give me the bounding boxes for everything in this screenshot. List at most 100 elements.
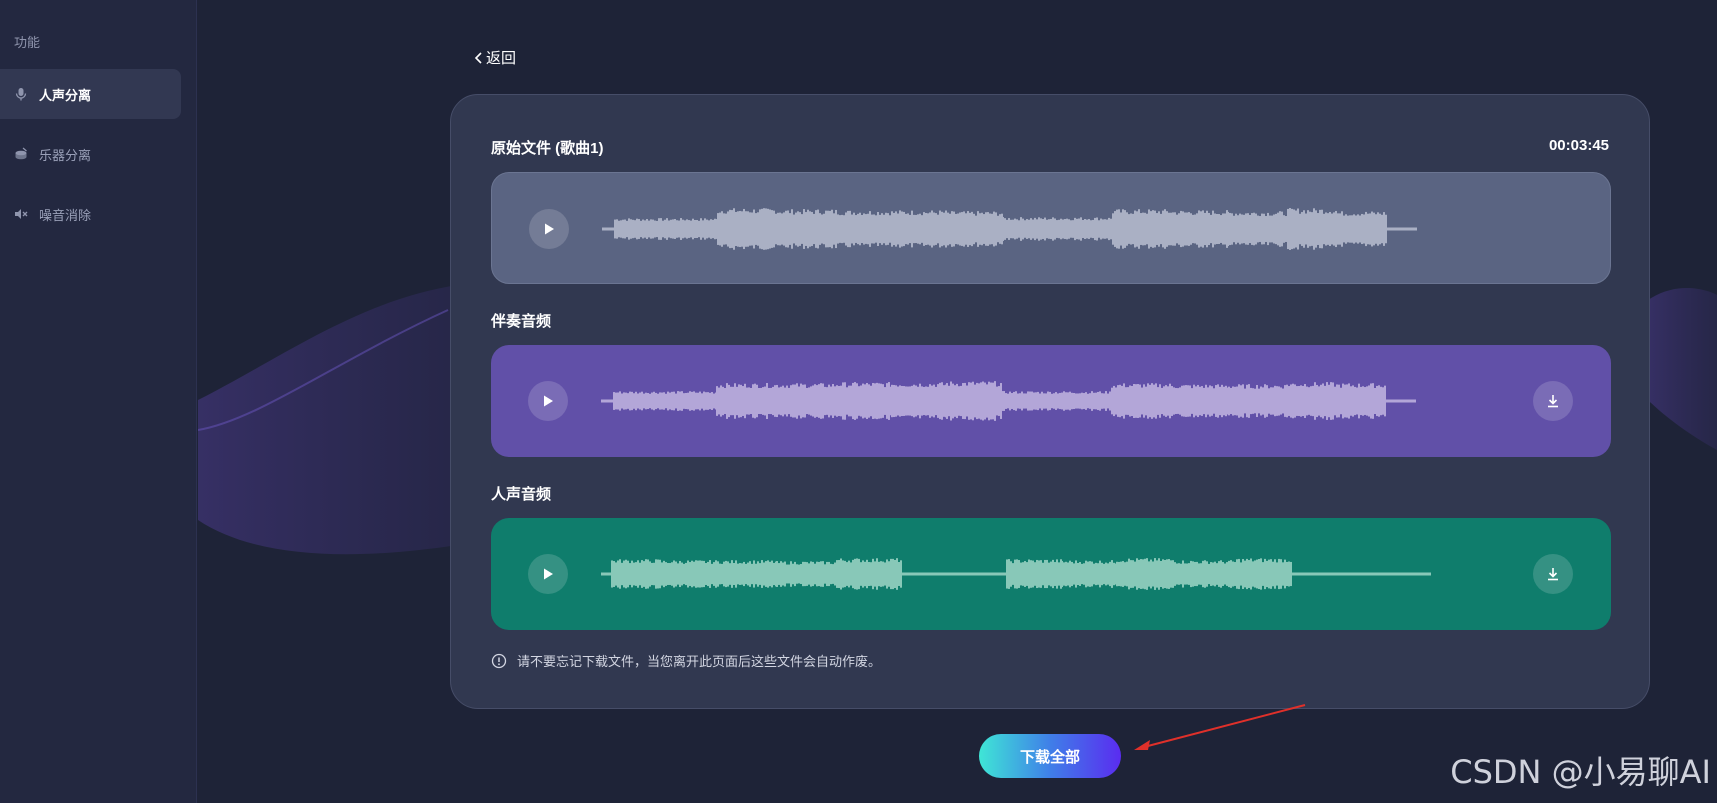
waveform-bar (985, 572, 987, 576)
waveform-bar (860, 385, 862, 417)
waveform-bar (1329, 211, 1331, 247)
waveform-bar (643, 393, 645, 409)
waveform-bar (1016, 219, 1018, 239)
waveform-bar (898, 562, 900, 586)
waveform-bar (1152, 210, 1154, 248)
waveform-bar (695, 392, 697, 410)
waveform-bar (1003, 572, 1005, 576)
waveform-bar (915, 214, 917, 244)
accompaniment-play-button[interactable] (528, 381, 568, 421)
waveform-bar (903, 211, 905, 247)
waveform-bar (844, 560, 846, 588)
waveform-bar (753, 560, 755, 588)
waveform-bar (1258, 388, 1260, 414)
waveform-bar (776, 561, 778, 587)
waveform-bar (804, 384, 806, 418)
waveform-bar (1421, 572, 1423, 576)
waveform-bar (726, 383, 728, 419)
waveform-bar (1072, 220, 1074, 238)
waveform-bar (1251, 213, 1253, 245)
waveform-bar (822, 561, 824, 587)
waveform-bar (856, 383, 858, 419)
waveform-bar (609, 572, 611, 576)
waveform-bar (1159, 384, 1161, 418)
waveform-bar (765, 561, 767, 587)
accompaniment-waveform[interactable] (601, 371, 1501, 431)
waveform-bar (1185, 385, 1187, 417)
waveform-bar (764, 386, 766, 416)
waveform-bar (1325, 572, 1327, 576)
waveform-bar (655, 559, 657, 589)
waveform-bar (1172, 560, 1174, 588)
waveform-bar (954, 385, 956, 417)
sidebar-item-instrument-separation[interactable]: 乐器分离 (0, 129, 181, 179)
waveform-bar (1036, 219, 1038, 239)
waveform-bar (1069, 560, 1071, 588)
waveform-bar (816, 561, 818, 587)
waveform-bar (715, 560, 717, 588)
waveform-bar (769, 209, 771, 249)
waveform-bar (1061, 392, 1063, 410)
waveform-bar (1040, 218, 1042, 240)
waveform-bar (1254, 560, 1256, 588)
waveform-bar (853, 212, 855, 246)
accompaniment-download-button[interactable] (1533, 381, 1573, 421)
waveform-bar (1008, 559, 1010, 589)
waveform-bar (1282, 562, 1284, 586)
waveform-bar (945, 210, 947, 248)
back-link[interactable]: 返回 (474, 47, 516, 68)
vocals-waveform[interactable] (601, 544, 1501, 604)
waveform-bar (1168, 559, 1170, 589)
waveform-bar (1356, 387, 1358, 415)
sidebar-item-noise-removal[interactable]: 噪音消除 (0, 189, 181, 239)
waveform-bar (1177, 388, 1179, 414)
waveform-bar (888, 382, 890, 420)
waveform-bar (738, 384, 740, 418)
waveform-bar (1230, 387, 1232, 415)
waveform-bar (1073, 392, 1075, 410)
waveform-bar (1266, 560, 1268, 588)
waveform-bar (1351, 572, 1353, 576)
waveform-bar (1143, 384, 1145, 418)
waveform-bar (1240, 562, 1242, 586)
waveform-bar (987, 572, 989, 576)
waveform-bar (787, 210, 789, 248)
waveform-bar (749, 212, 751, 246)
waveform-bar (878, 561, 880, 587)
waveform-bar (917, 386, 919, 416)
waveform-bar (1397, 572, 1399, 576)
waveform-bar (1417, 572, 1419, 576)
original-play-button[interactable] (529, 209, 569, 249)
waveform-bar (1278, 558, 1280, 590)
vocals-play-button[interactable] (528, 554, 568, 594)
waveform-bar (1311, 212, 1313, 246)
waveform-bar (1078, 218, 1080, 240)
waveform-bar (1057, 393, 1059, 409)
waveform-bar (1226, 562, 1228, 586)
waveform-bar (830, 563, 832, 585)
waveform-bar (1347, 215, 1349, 243)
waveform-bar (782, 385, 784, 417)
download-all-button[interactable]: 下载全部 (979, 734, 1121, 778)
waveform-bar (1237, 215, 1239, 243)
sidebar-item-vocal-separation[interactable]: 人声分离 (0, 69, 181, 119)
waveform-bar (652, 219, 654, 239)
waveform-bar (1202, 560, 1204, 588)
waveform-bar (937, 384, 939, 418)
waveform-bar (979, 572, 981, 576)
waveform-bar (812, 385, 814, 417)
waveform-bar (1262, 562, 1264, 586)
waveform-bar (915, 385, 917, 417)
waveform-bar (1174, 562, 1176, 586)
waveform-bar (806, 562, 808, 586)
waveform-bar (1427, 572, 1429, 576)
vocals-download-button[interactable] (1533, 554, 1573, 594)
waveform-bar (1210, 214, 1212, 244)
waveform-bar (1227, 211, 1229, 247)
waveform-bar (1089, 561, 1091, 587)
waveform-bar (1361, 572, 1363, 576)
waveform-bar (854, 382, 856, 420)
waveform-bar (991, 572, 993, 576)
original-waveform[interactable] (602, 199, 1502, 259)
waveform-bar (927, 213, 929, 245)
